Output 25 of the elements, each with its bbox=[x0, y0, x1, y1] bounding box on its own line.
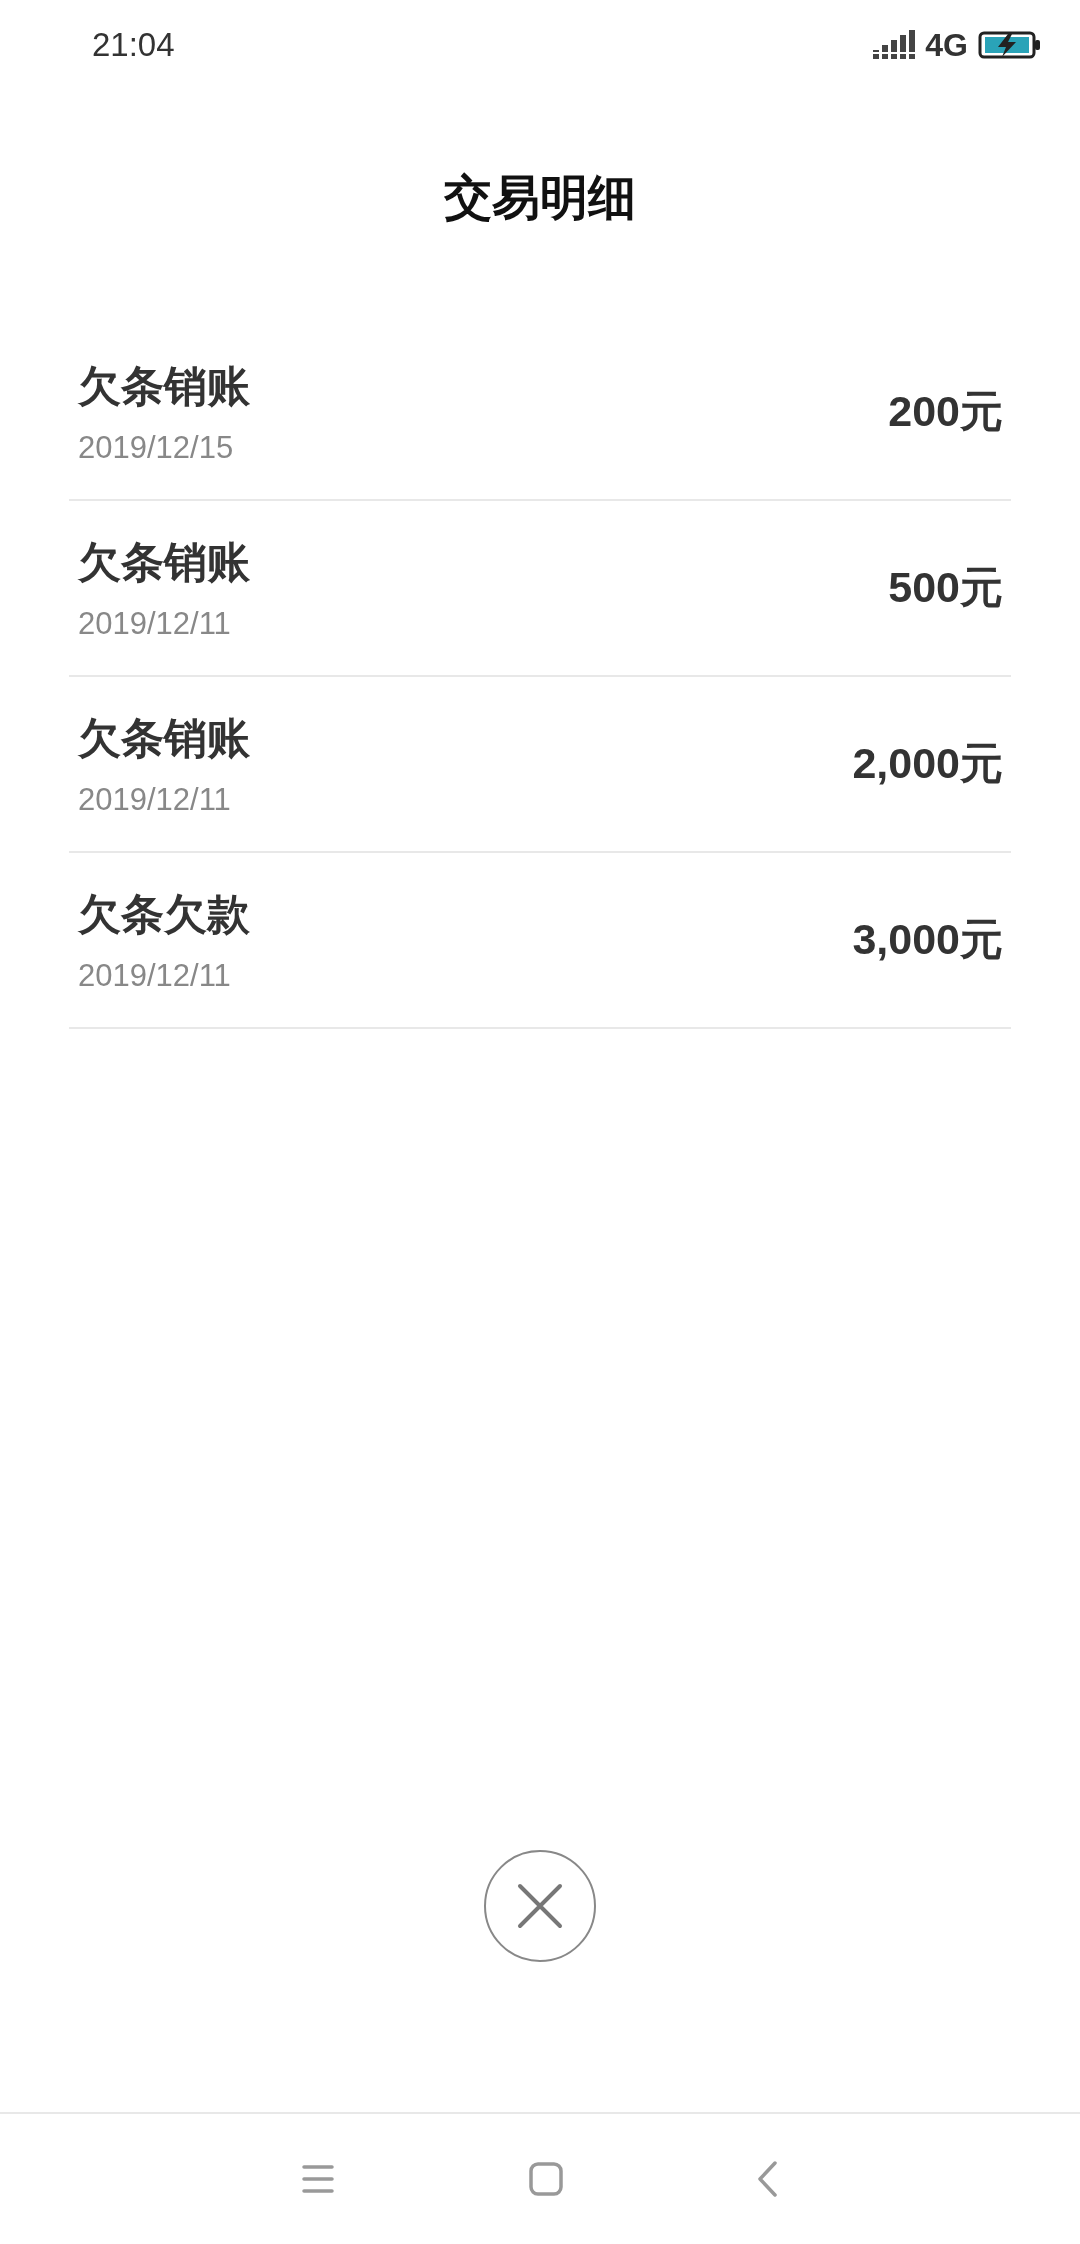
transaction-name: 欠条欠款 bbox=[78, 888, 250, 941]
transaction-date: 2019/12/11 bbox=[78, 606, 232, 642]
transaction-row[interactable]: 欠条销账 2019/12/11 500元 bbox=[69, 501, 1011, 677]
back-icon[interactable] bbox=[758, 2161, 778, 2197]
transaction-amount: 200元 bbox=[888, 386, 1003, 437]
transaction-date: 2019/12/11 bbox=[78, 782, 232, 818]
transaction-name: 欠条销账 bbox=[78, 360, 250, 413]
status-time: 21:04 bbox=[92, 26, 175, 64]
close-icon bbox=[515, 1881, 565, 1931]
battery-charging-icon bbox=[978, 30, 1042, 60]
transaction-row[interactable]: 欠条销账 2019/12/11 2,000元 bbox=[69, 677, 1011, 853]
transaction-date: 2019/12/11 bbox=[78, 958, 232, 994]
transaction-name: 欠条销账 bbox=[78, 536, 250, 589]
menu-icon[interactable] bbox=[302, 2165, 334, 2193]
signal-icon bbox=[873, 30, 916, 60]
transaction-amount: 500元 bbox=[888, 562, 1003, 613]
transaction-amount: 3,000元 bbox=[852, 914, 1003, 965]
page-title: 交易明细 bbox=[443, 167, 637, 227]
home-icon[interactable] bbox=[529, 2162, 563, 2196]
transaction-row[interactable]: 欠条销账 2019/12/15 200元 bbox=[69, 325, 1011, 501]
transaction-row[interactable]: 欠条欠款 2019/12/11 3,000元 bbox=[69, 853, 1011, 1029]
transaction-amount: 2,000元 bbox=[852, 738, 1003, 789]
network-type: 4G bbox=[925, 26, 968, 64]
transaction-date: 2019/12/15 bbox=[78, 430, 235, 466]
transaction-name: 欠条销账 bbox=[78, 712, 250, 765]
